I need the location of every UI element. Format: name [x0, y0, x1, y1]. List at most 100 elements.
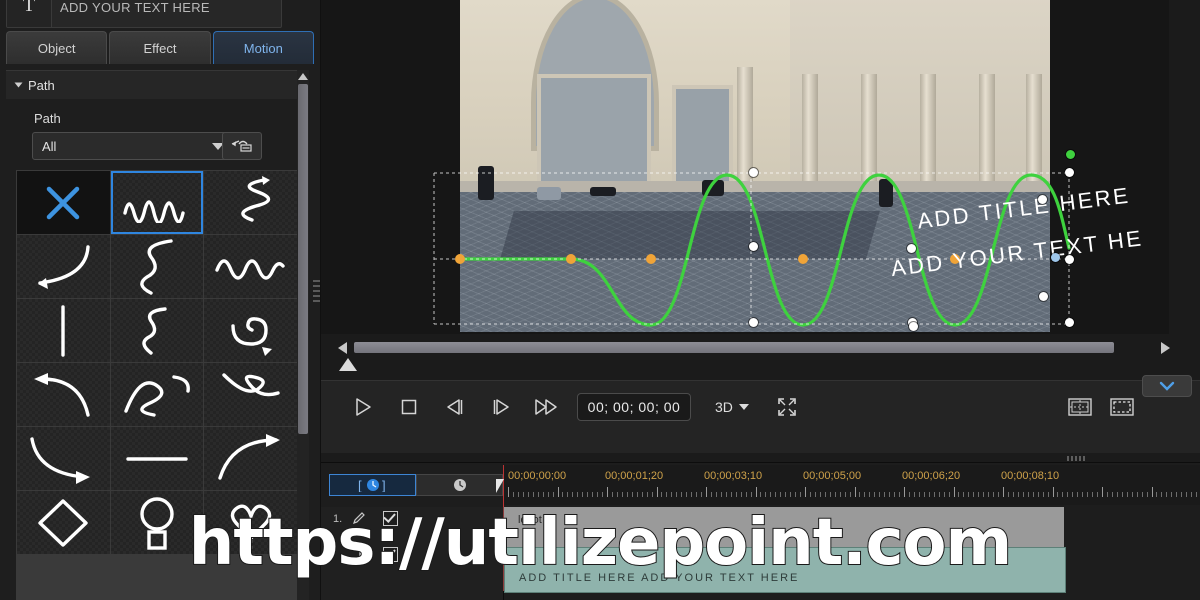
- selection-handle[interactable]: [749, 168, 758, 177]
- path-thumb-loop-curve[interactable]: [204, 363, 297, 426]
- selection-handle[interactable]: [1065, 168, 1074, 177]
- ruler-tick: [1047, 492, 1049, 497]
- ruler-tick: [715, 492, 717, 497]
- path-thumb-arc-right-arrow[interactable]: [204, 427, 297, 490]
- textbox-handle-bl[interactable]: [909, 322, 918, 331]
- path-thumb-arc-left-arrow[interactable]: [17, 363, 110, 426]
- ruler-tick: [1042, 492, 1044, 497]
- textbox-handle-anchor[interactable]: [1051, 253, 1060, 262]
- panel-resize-handle[interactable]: [313, 280, 320, 302]
- selection-handle[interactable]: [749, 242, 758, 251]
- path-filter-value: All: [42, 138, 57, 154]
- preview-area: ADD TITLE HERE ADD YOUR TEXT HE 00; 00; …: [321, 0, 1200, 461]
- path-thumb-s-curve[interactable]: [110, 235, 204, 298]
- ruler-tick: [1027, 492, 1029, 497]
- chevron-down-icon: [14, 82, 23, 88]
- collapse-panel-button[interactable]: [1142, 375, 1192, 397]
- motion-panel-scrollbar[interactable]: [297, 70, 309, 600]
- scrollbar-thumb[interactable]: [354, 342, 1114, 353]
- arrow-right-icon[interactable]: [1161, 342, 1170, 354]
- timeline-mode-button[interactable]: [416, 474, 503, 496]
- textbox-handle-bm[interactable]: [1039, 292, 1048, 301]
- textbox-handle-br[interactable]: [1065, 255, 1074, 264]
- timecode-display[interactable]: 00; 00; 00; 00: [577, 393, 691, 421]
- tab-motion[interactable]: Motion: [212, 31, 314, 64]
- path-thumb-straight-vertical-line[interactable]: [17, 299, 110, 362]
- ruler-tick: [760, 492, 762, 497]
- path-filter-select[interactable]: All: [32, 132, 231, 160]
- ruler-tick: [889, 492, 891, 497]
- ruler-tick: [775, 492, 777, 497]
- draw-path-button[interactable]: [222, 132, 262, 160]
- ruler-tick: [1141, 492, 1143, 497]
- path-thumb-straight-horizontal-line[interactable]: [110, 427, 204, 490]
- ruler-tick: [666, 492, 668, 497]
- ruler-tick: [1176, 492, 1178, 497]
- ruler-tick: [805, 487, 806, 497]
- track-enable-checkbox[interactable]: [383, 511, 398, 526]
- rotation-handle[interactable]: [1066, 150, 1075, 159]
- track-clip-upper[interactable]: leaot: [504, 507, 1064, 547]
- path-thumb-curve-left-arrow[interactable]: [17, 235, 110, 298]
- path-thumb-none[interactable]: [17, 171, 110, 234]
- stop-icon: [401, 399, 417, 415]
- arrow-left-icon[interactable]: [338, 342, 347, 354]
- clock-icon: [453, 479, 466, 491]
- path-thumb-spiral[interactable]: [204, 299, 297, 362]
- ruler-tick: [983, 492, 985, 497]
- svg-text:[: [: [358, 478, 362, 492]
- timeline-ruler[interactable]: 00;00;00;00 00;00;01;20 00;00;03;10 00;0…: [503, 465, 1200, 505]
- textbox-handle-ml[interactable]: [907, 244, 916, 253]
- path-thumb-s-squiggle[interactable]: [110, 299, 204, 362]
- play-button[interactable]: [347, 393, 379, 421]
- grid-overlay-button[interactable]: [1068, 397, 1092, 422]
- selection-handle[interactable]: [1065, 318, 1074, 327]
- safe-area-button[interactable]: [1110, 397, 1134, 422]
- tab-effect[interactable]: Effect: [109, 31, 211, 64]
- safe-area-icon: [1110, 398, 1134, 416]
- scrollbar-thumb[interactable]: [298, 84, 308, 434]
- path-section-header[interactable]: Path: [6, 70, 306, 99]
- ruler-tick: [849, 492, 851, 497]
- chevron-down-icon: [738, 404, 749, 410]
- path-thumb-wave-horizontal[interactable]: [204, 235, 297, 298]
- fast-forward-button[interactable]: [531, 393, 563, 421]
- ruler-tick: [641, 492, 643, 497]
- path-thumb-balloon-path[interactable]: [110, 491, 204, 554]
- path-thumb-heart-path[interactable]: [204, 491, 297, 554]
- ruler-tick: [646, 492, 648, 497]
- textbox-handle-tl[interactable]: [1038, 195, 1047, 204]
- track-header[interactable]: 1. T: [321, 507, 504, 600]
- track-expand-icon[interactable]: [327, 551, 333, 559]
- storyboard-mode-button[interactable]: [ ]: [329, 474, 416, 496]
- text-track-enable-checkbox[interactable]: [383, 547, 398, 562]
- path-thumb-diamond-path[interactable]: [17, 491, 110, 554]
- previous-frame-button[interactable]: [439, 393, 471, 421]
- preview-horizontal-scrollbar[interactable]: [338, 339, 1170, 356]
- selection-handle[interactable]: [749, 318, 758, 327]
- playhead-flag[interactable]: [496, 479, 504, 493]
- tab-object[interactable]: Object: [6, 31, 108, 64]
- fast-forward-icon: [535, 399, 557, 415]
- track-clip-text[interactable]: ADD TITLE HERE ADD YOUR TEXT HERE: [504, 547, 1066, 593]
- title-preview-box[interactable]: T ADD TITLE HERE ADD YOUR TEXT HERE: [6, 0, 282, 28]
- fullscreen-button[interactable]: [771, 393, 803, 421]
- preview-stage[interactable]: ADD TITLE HERE ADD YOUR TEXT HE: [321, 0, 1169, 334]
- scroll-up-button[interactable]: [297, 70, 309, 82]
- next-frame-button[interactable]: [485, 393, 517, 421]
- ruler-tick: [1052, 487, 1054, 497]
- path-thumb-loop-zigzag[interactable]: [110, 363, 204, 426]
- stop-button[interactable]: [393, 393, 425, 421]
- path-thumb-zigzag-vertical[interactable]: [204, 171, 297, 234]
- path-thumb-wave-multi[interactable]: [110, 171, 204, 234]
- timeline-track: 1. T leaot ADD TITLE HERE ADD YOUR TEXT …: [321, 507, 1200, 600]
- timeline-position-marker[interactable]: [339, 358, 357, 371]
- ruler-tick: [592, 492, 594, 497]
- edit-pencil-icon[interactable]: [351, 510, 367, 531]
- ruler-tick: [1072, 492, 1074, 497]
- render-mode-selector[interactable]: 3D: [715, 399, 749, 415]
- path-thumb-curve-down-arrow[interactable]: [17, 427, 110, 490]
- timeline-resize-handle[interactable]: [1067, 456, 1089, 461]
- ruler-tick: [1037, 492, 1039, 497]
- path-field-label: Path: [34, 111, 61, 126]
